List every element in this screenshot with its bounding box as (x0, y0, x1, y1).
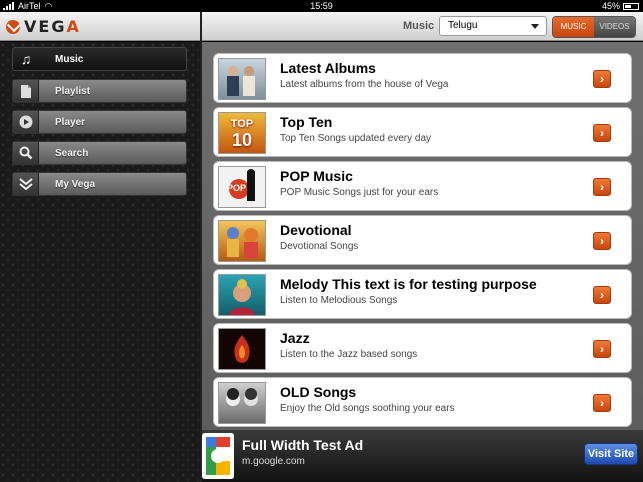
pop-thumb-text: POP (227, 183, 247, 193)
jazz-thumbnail (218, 328, 266, 370)
sidebar-item-my-vega[interactable]: My Vega (12, 172, 187, 196)
list-item-melody[interactable]: Melody This text is for testing purpose … (213, 269, 632, 319)
tab-music[interactable]: MUSIC (553, 17, 594, 37)
chevron-right-icon[interactable]: › (593, 394, 611, 412)
list-item-title: POP Music (280, 168, 353, 184)
logo-text-a: VEG (24, 17, 67, 36)
list-item-devotional[interactable]: Devotional Devotional Songs › (213, 215, 632, 265)
logo-text-b: A (66, 17, 81, 36)
battery-icon (623, 2, 639, 10)
latest-albums-thumbnail (218, 58, 266, 100)
clock: 15:59 (310, 1, 333, 11)
top-bar: VEGA Music Telugu MUSIC VIDEOS (0, 12, 643, 41)
top-ten-thumb-text-b: 10 (231, 130, 253, 150)
ad-url: m.google.com (242, 456, 305, 467)
language-select[interactable]: Telugu (439, 16, 547, 36)
list-item-pop-music[interactable]: POP POP Music POP Music Songs just for y… (213, 161, 632, 211)
sidebar: ♫ Music Playlist Player Search My Vega (0, 42, 200, 482)
play-icon (13, 111, 39, 133)
visit-site-button[interactable]: Visit Site (584, 443, 638, 465)
chevron-right-icon[interactable]: › (593, 178, 611, 196)
my-vega-icon (13, 173, 39, 195)
tab-videos[interactable]: VIDEOS (594, 17, 635, 37)
language-label: Music (403, 20, 435, 32)
vega-logo-icon (6, 19, 20, 34)
chevron-right-icon[interactable]: › (593, 286, 611, 304)
list-item-subtitle: Devotional Songs (280, 241, 359, 252)
chevron-right-icon[interactable]: › (593, 70, 611, 88)
list-item-title: Jazz (280, 330, 310, 346)
list-item-subtitle: Listen to Melodious Songs (280, 295, 398, 306)
top-ten-thumbnail: TOP 10 (218, 112, 266, 154)
list-item-latest-albums[interactable]: Latest Albums Latest albums from the hou… (213, 53, 632, 103)
status-bar: AirTel ◠ 15:59 45% (0, 0, 643, 12)
list-item-title: OLD Songs (280, 384, 357, 400)
media-toggle: MUSIC VIDEOS (552, 16, 636, 38)
sidebar-item-music[interactable]: ♫ Music (12, 47, 187, 71)
sidebar-item-label: Player (55, 116, 86, 128)
battery-percent: 45% (601, 1, 620, 11)
list-item-subtitle: Enjoy the Old songs soothing your ears (280, 403, 455, 414)
ad-title: Full Width Test Ad (242, 437, 364, 453)
ad-banner[interactable]: Full Width Test Ad m.google.com Visit Si… (202, 430, 643, 482)
pop-music-thumbnail: POP (218, 166, 266, 208)
list-item-subtitle: Listen to the Jazz based songs (280, 349, 418, 360)
list-item-subtitle: Latest albums from the house of Vega (280, 79, 449, 90)
list-item-title: Melody This text is for testing purpose (280, 276, 537, 292)
google-logo-icon (202, 433, 234, 479)
search-icon (13, 142, 39, 164)
vega-logo: VEGA (6, 17, 81, 36)
top-ten-thumb-text-a: TOP (230, 118, 254, 130)
list-item-top-ten[interactable]: TOP 10 Top Ten Top Ten Songs updated eve… (213, 107, 632, 157)
list-item-title: Devotional (280, 222, 352, 238)
list-item-title: Latest Albums (280, 60, 376, 76)
music-note-icon: ♫ (20, 51, 32, 67)
sidebar-item-label: Search (55, 147, 89, 159)
sidebar-item-label: My Vega (55, 178, 96, 190)
list-item-old-songs[interactable]: OLD Songs Enjoy the Old songs soothing y… (213, 377, 632, 427)
language-selected-value: Telugu (448, 20, 478, 31)
list-item-subtitle: Top Ten Songs updated every day (280, 133, 432, 144)
list-item-jazz[interactable]: Jazz Listen to the Jazz based songs › (213, 323, 632, 373)
sidebar-item-label: Playlist (55, 85, 91, 97)
chevron-right-icon[interactable]: › (593, 232, 611, 250)
melody-thumbnail (218, 274, 266, 316)
sidebar-item-player[interactable]: Player (12, 110, 187, 134)
sidebar-item-label: Music (55, 53, 84, 65)
chevron-right-icon[interactable]: › (593, 340, 611, 358)
sidebar-item-playlist[interactable]: Playlist (12, 79, 187, 103)
list-item-title: Top Ten (280, 114, 333, 130)
old-songs-thumbnail (218, 382, 266, 424)
chevron-right-icon[interactable]: › (593, 124, 611, 142)
chevron-down-icon (531, 24, 539, 29)
list-item-subtitle: POP Music Songs just for your ears (280, 187, 439, 198)
sidebar-item-search[interactable]: Search (12, 141, 187, 165)
devotional-thumbnail (218, 220, 266, 262)
playlist-icon (13, 80, 39, 102)
category-list: Latest Albums Latest albums from the hou… (202, 42, 643, 430)
